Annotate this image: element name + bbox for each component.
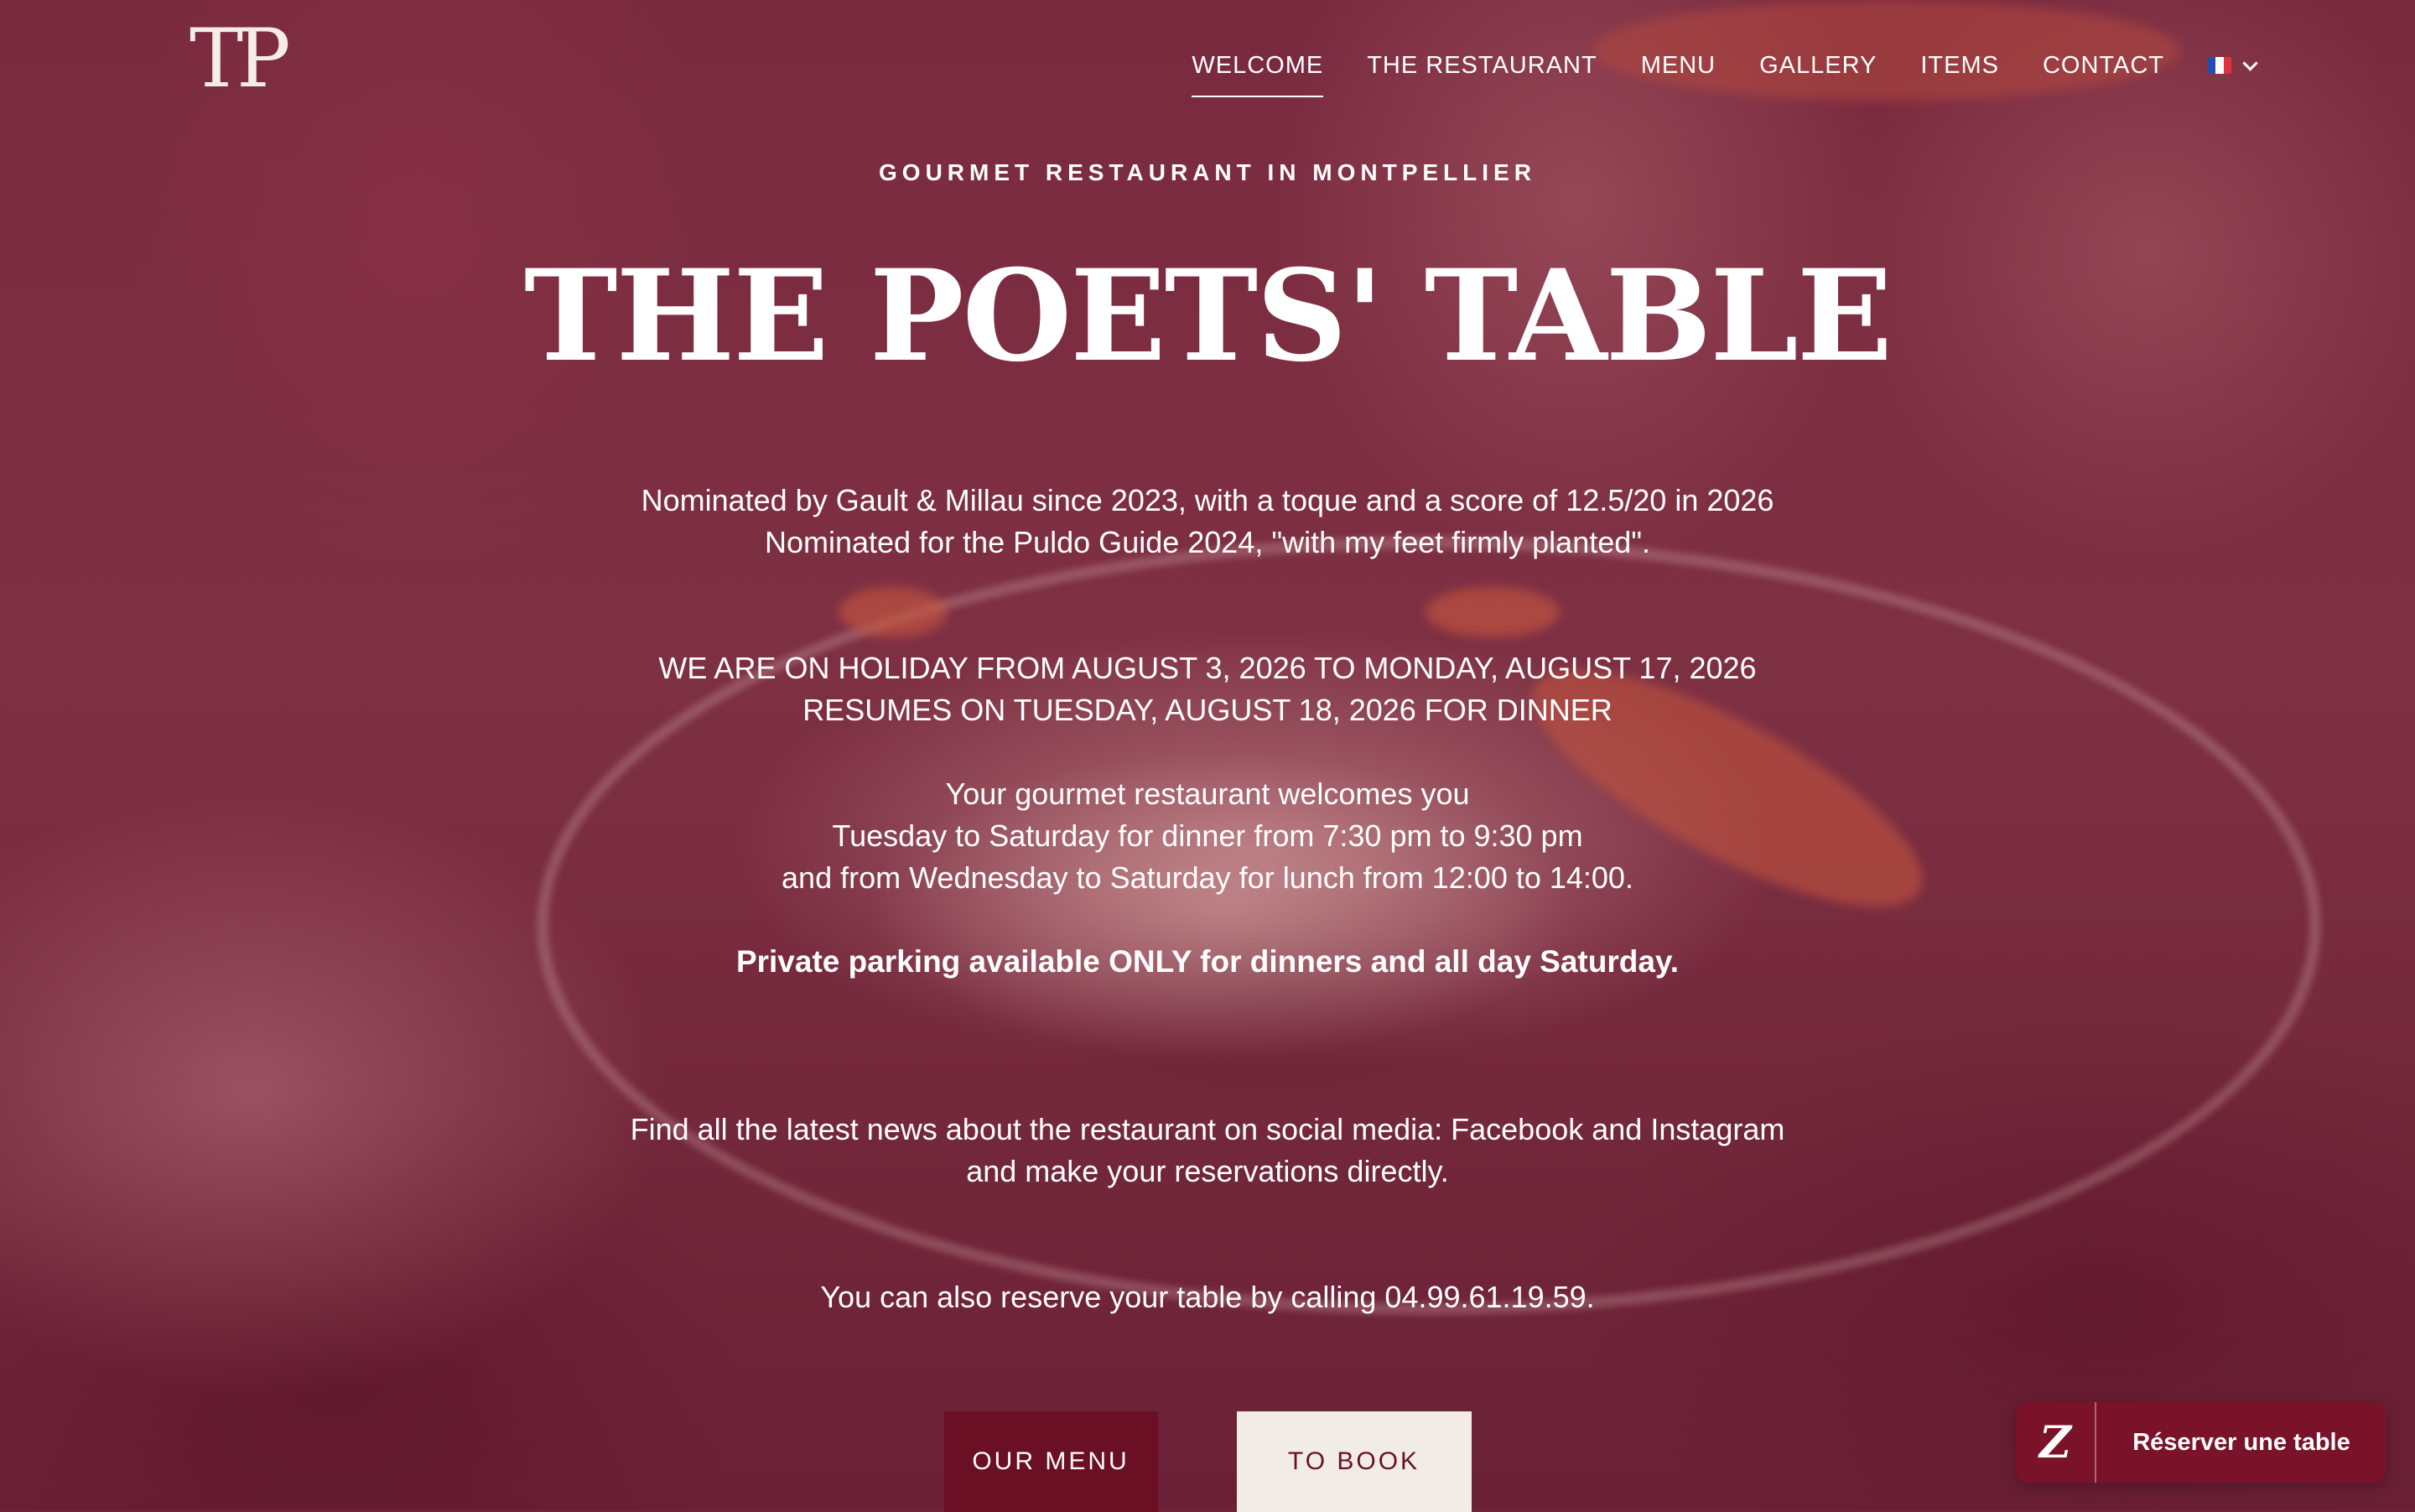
logo[interactable]: TP [190, 18, 291, 99]
hours-line: Tuesday to Saturday for dinner from 7:30… [832, 818, 1583, 853]
awards-block: Nominated by Gault & Millau since 2023, … [0, 480, 2415, 564]
award-line: Nominated by Gault & Millau since 2023, … [641, 483, 1774, 517]
zenchef-logo-icon: Z [2016, 1402, 2096, 1483]
hero-kicker: GOURMET RESTAURANT IN MONTPELLIER [879, 159, 1536, 185]
nav-item-items[interactable]: ITEMS [1920, 47, 1999, 84]
nav-item-welcome[interactable]: WELCOME [1192, 47, 1324, 97]
hours-line: and from Wednesday to Saturday for lunch… [782, 860, 1633, 895]
nav-item-restaurant[interactable]: THE RESTAURANT [1367, 47, 1597, 84]
french-flag-icon [2208, 57, 2231, 74]
holiday-line: WE ARE ON HOLIDAY FROM AUGUST 3, 2026 TO… [658, 651, 1757, 685]
social-line: Find all the latest news about the resta… [630, 1112, 1785, 1146]
social-notice: Find all the latest news about the resta… [0, 1109, 2415, 1192]
language-selector[interactable] [2208, 55, 2258, 74]
holiday-line: RESUMES ON TUESDAY, AUGUST 18, 2026 FOR … [802, 693, 1613, 727]
phone-notice: You can also reserve your table by calli… [820, 1280, 1595, 1314]
hours-line: Your gourmet restaurant welcomes you [945, 777, 1470, 811]
nav-item-menu[interactable]: MENU [1641, 47, 1716, 84]
page-title: THE POETS' TABLE [523, 242, 1893, 390]
book-button[interactable]: TO BOOK [1236, 1411, 1472, 1512]
reserve-table-widget[interactable]: Z Réserver une table [2016, 1402, 2386, 1483]
social-line: and make your reservations directly. [966, 1154, 1449, 1188]
main-nav: WELCOME THE RESTAURANT MENU GALLERY ITEM… [1192, 47, 2258, 97]
hero-content: GOURMET RESTAURANT IN MONTPELLIER THE PO… [0, 159, 2415, 1318]
nav-item-contact[interactable]: CONTACT [2043, 47, 2164, 84]
our-menu-button[interactable]: OUR MENU [943, 1411, 1158, 1512]
opening-hours: Your gourmet restaurant welcomes you Tue… [0, 773, 2415, 899]
holiday-notice: WE ARE ON HOLIDAY FROM AUGUST 3, 2026 TO… [0, 647, 2415, 731]
chevron-down-icon [2242, 55, 2258, 71]
reserve-table-label: Réserver une table [2132, 1428, 2350, 1456]
parking-notice: Private parking available ONLY for dinne… [735, 944, 1680, 979]
nav-item-gallery[interactable]: GALLERY [1759, 47, 1877, 84]
award-line: Nominated for the Puldo Guide 2024, "wit… [764, 525, 1651, 559]
